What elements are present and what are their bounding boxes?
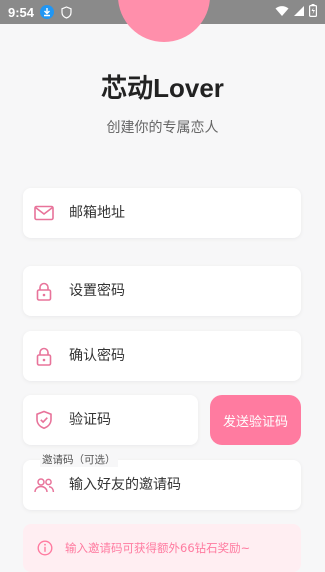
invite-reward-tip: 输入邀请码可获得额外66钻石奖励~ (23, 524, 301, 572)
signal-icon (293, 5, 305, 20)
app-subtitle: 创建你的专属恋人 (106, 120, 219, 136)
mail-icon (33, 202, 55, 224)
app-title: 芯动Lover (101, 73, 224, 103)
status-time: 9:54 (8, 4, 35, 20)
invite-code-field[interactable]: 输入好友的邀请码 (23, 460, 301, 510)
users-icon (33, 474, 55, 496)
shield-status-icon (60, 5, 72, 19)
verification-code-placeholder: 验证码 (69, 412, 111, 428)
password-field[interactable]: 设置密码 (23, 266, 301, 316)
info-icon (37, 540, 53, 556)
password-placeholder: 设置密码 (69, 283, 125, 299)
lock-icon (33, 345, 55, 367)
tip-text: 输入邀请码可获得额外66钻石奖励~ (65, 541, 251, 555)
download-icon (40, 5, 55, 19)
verification-code-field[interactable]: 验证码 (23, 395, 198, 445)
confirm-password-field[interactable]: 确认密码 (23, 331, 301, 381)
send-code-button[interactable]: 发送验证码 (210, 395, 301, 445)
wifi-icon (275, 5, 289, 20)
confirm-password-placeholder: 确认密码 (69, 348, 125, 364)
lock-icon (33, 280, 55, 302)
shield-check-icon (33, 409, 55, 431)
invite-code-label: 邀请码（可选） (40, 452, 118, 467)
email-placeholder: 邮箱地址 (69, 205, 125, 221)
invite-code-placeholder: 输入好友的邀请码 (69, 477, 181, 493)
app-logo (118, 0, 210, 42)
battery-icon (309, 4, 318, 20)
email-field[interactable]: 邮箱地址 (23, 188, 301, 238)
